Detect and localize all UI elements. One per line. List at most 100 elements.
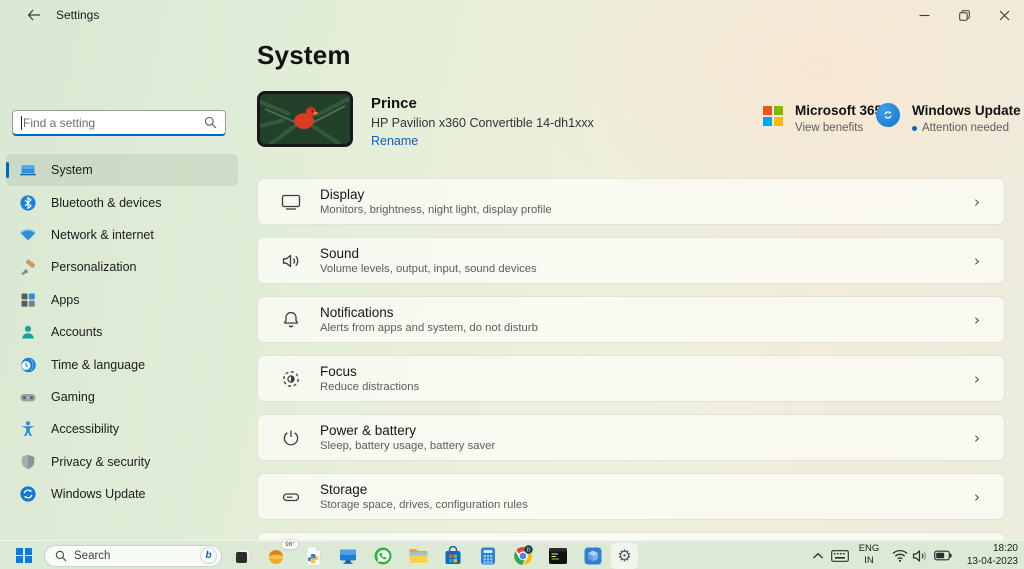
sidebar-item-gaming[interactable]: Gaming xyxy=(6,381,238,413)
taskbar-search[interactable]: Search b xyxy=(44,545,222,567)
language-indicator[interactable]: ENG IN xyxy=(852,543,886,567)
chevron-right-icon xyxy=(974,193,980,211)
row-storage[interactable]: Storage Storage space, drives, configura… xyxy=(257,473,1005,520)
sidebar-item-label: System xyxy=(51,163,93,177)
sidebar-item-apps[interactable]: Apps xyxy=(6,284,238,316)
close-icon xyxy=(999,10,1010,21)
sidebar-item-label: Bluetooth & devices xyxy=(51,196,162,210)
keyboard-icon xyxy=(831,550,849,562)
settings-gear-icon: ⚙ xyxy=(617,548,631,564)
back-arrow-icon xyxy=(27,9,41,21)
restore-icon xyxy=(959,10,970,21)
sidebar-item-label: Accessibility xyxy=(51,422,119,436)
whatsapp-button[interactable] xyxy=(371,544,395,568)
row-power-battery[interactable]: Power & battery Sleep, battery usage, ba… xyxy=(257,414,1005,461)
minimize-button[interactable] xyxy=(904,0,944,30)
language-line2: IN xyxy=(852,555,886,567)
sidebar-item-label: Time & language xyxy=(51,358,145,372)
row-title: Sound xyxy=(320,246,537,261)
microsoft365-subtitle: View benefits xyxy=(795,122,882,134)
tray-volume-button[interactable] xyxy=(908,544,932,568)
close-button[interactable] xyxy=(984,0,1024,30)
microsoft-store-button[interactable] xyxy=(441,544,465,568)
sidebar-item-label: Privacy & security xyxy=(51,455,150,469)
microsoft365-block[interactable]: Microsoft 365 View benefits xyxy=(763,103,882,134)
wifi-icon xyxy=(892,549,908,562)
personalization-icon xyxy=(19,258,37,276)
row-title: Power & battery xyxy=(320,423,495,438)
time-language-icon xyxy=(19,356,37,374)
cube-app-button[interactable] xyxy=(581,544,605,568)
windows-update-title: Windows Update xyxy=(912,103,1021,118)
device-info: Prince HP Pavilion x360 Convertible 14-d… xyxy=(371,91,594,148)
search-input[interactable] xyxy=(23,116,204,130)
row-subtitle: Sleep, battery usage, battery saver xyxy=(320,440,495,452)
row-focus[interactable]: Focus Reduce distractions xyxy=(257,355,1005,402)
windows-logo-icon xyxy=(16,548,32,564)
accounts-icon xyxy=(19,323,37,341)
touch-keyboard-button[interactable] xyxy=(828,544,852,568)
sidebar-item-time-language[interactable]: Time & language xyxy=(6,348,238,380)
weather-widget-button[interactable]: 98° xyxy=(264,544,288,568)
focus-icon xyxy=(279,367,303,391)
sidebar-item-label: Windows Update xyxy=(51,487,146,501)
status-dot xyxy=(912,126,917,131)
sidebar-item-windows-update[interactable]: Windows Update xyxy=(6,478,238,510)
sidebar-item-accessibility[interactable]: Accessibility xyxy=(6,413,238,445)
python-file-button[interactable] xyxy=(301,544,325,568)
file-explorer-button[interactable] xyxy=(406,544,430,568)
row-title: Display xyxy=(320,187,552,202)
settings-app-button[interactable]: ⚙ xyxy=(611,543,638,569)
sidebar-item-network-internet[interactable]: Network & internet xyxy=(6,219,238,251)
row-display[interactable]: Display Monitors, brightness, night ligh… xyxy=(257,178,1005,225)
sidebar-item-label: Gaming xyxy=(51,390,95,404)
sidebar-item-bluetooth-devices[interactable]: Bluetooth & devices xyxy=(6,186,238,218)
microsoft-store-icon xyxy=(443,546,463,566)
sidebar: System Bluetooth & devices Network & int… xyxy=(0,30,244,540)
back-button[interactable] xyxy=(20,4,48,26)
sidebar-item-accounts[interactable]: Accounts xyxy=(6,316,238,348)
sidebar-item-label: Personalization xyxy=(51,260,136,274)
chrome-button[interactable]: D xyxy=(511,544,535,568)
search-box[interactable] xyxy=(12,110,226,136)
network-icon xyxy=(19,226,37,244)
power-icon xyxy=(279,426,303,450)
device-name: Prince xyxy=(371,95,594,112)
task-view-button[interactable] xyxy=(231,544,255,568)
weather-temp-badge: 98° xyxy=(282,540,298,549)
start-button[interactable] xyxy=(12,544,36,568)
bing-icon: b xyxy=(200,547,217,564)
speaker-icon xyxy=(912,549,928,563)
sidebar-item-personalization[interactable]: Personalization xyxy=(6,251,238,283)
row-subtitle: Storage space, drives, configuration rul… xyxy=(320,499,528,511)
tray-battery-button[interactable] xyxy=(931,544,955,568)
remote-desktop-button[interactable] xyxy=(336,544,360,568)
chevron-right-icon xyxy=(974,311,980,329)
row-sound[interactable]: Sound Volume levels, output, input, soun… xyxy=(257,237,1005,284)
windows-update-status: Attention needed xyxy=(912,122,1021,134)
display-icon xyxy=(279,190,303,214)
device-wallpaper-thumbnail xyxy=(257,91,353,147)
tray-show-hidden-icons[interactable] xyxy=(806,544,830,568)
calculator-button[interactable] xyxy=(476,544,500,568)
weather-sun-icon xyxy=(266,546,286,566)
text-caret xyxy=(21,116,22,130)
remote-desktop-icon xyxy=(338,546,358,566)
restore-button[interactable] xyxy=(944,0,984,30)
row-subtitle: Volume levels, output, input, sound devi… xyxy=(320,263,537,275)
settings-rows: Display Monitors, brightness, night ligh… xyxy=(257,178,1005,532)
chevron-up-icon xyxy=(812,552,824,560)
sidebar-item-privacy-security[interactable]: Privacy & security xyxy=(6,446,238,478)
terminal-button[interactable] xyxy=(546,544,570,568)
taskbar: Search b 98° D xyxy=(0,540,1024,569)
windows-update-block[interactable]: Windows Update Attention needed xyxy=(876,103,1021,134)
row-subtitle: Reduce distractions xyxy=(320,381,419,393)
clock-widget[interactable]: 18:20 13-04-2023 xyxy=(967,543,1018,568)
whatsapp-icon xyxy=(373,546,393,566)
rename-link[interactable]: Rename xyxy=(371,134,594,148)
chrome-icon: D xyxy=(513,545,534,566)
windows-update-icon xyxy=(876,103,900,127)
calculator-icon xyxy=(479,546,497,566)
row-notifications[interactable]: Notifications Alerts from apps and syste… xyxy=(257,296,1005,343)
sidebar-item-system[interactable]: System xyxy=(6,154,238,186)
